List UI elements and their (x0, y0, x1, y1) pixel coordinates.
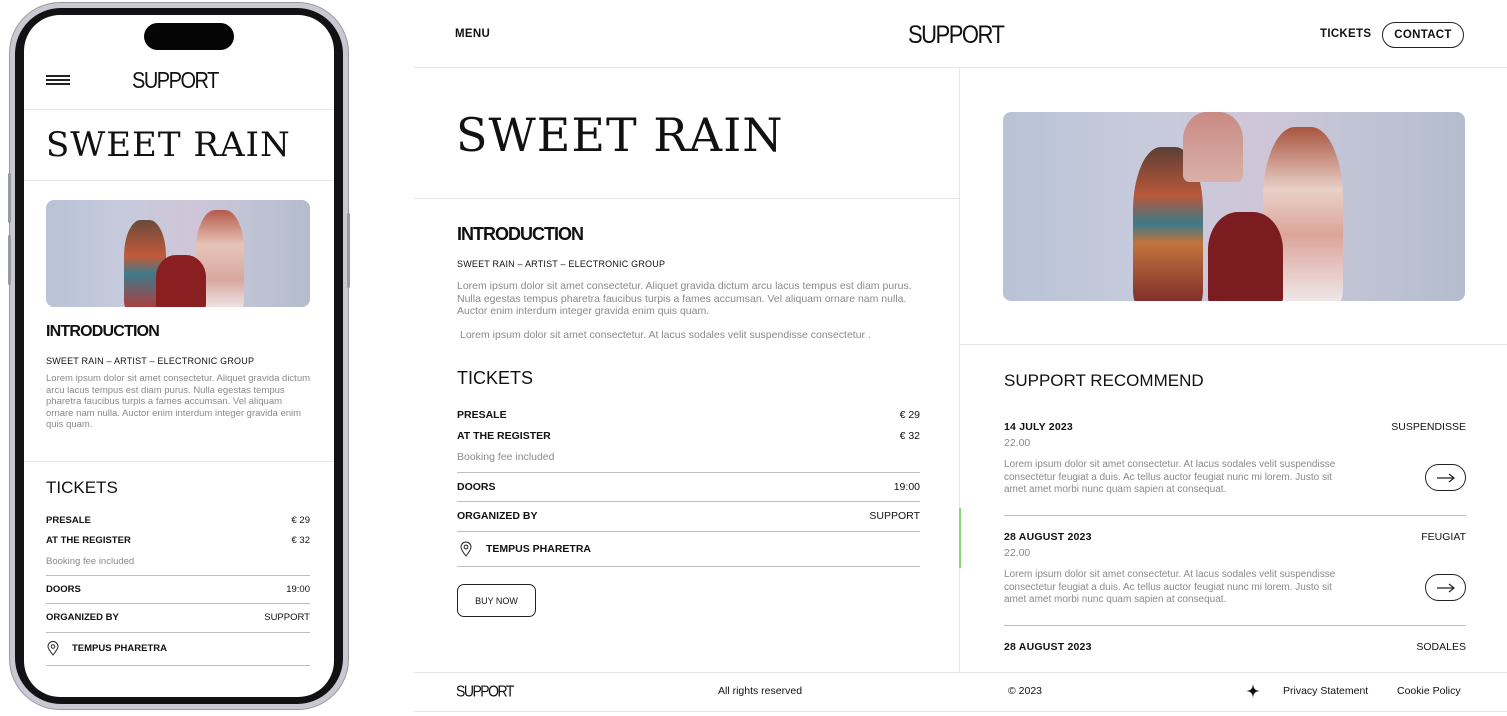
organized-value: SUPPORT (869, 510, 920, 522)
phone-page-title: SWEET RAIN (46, 125, 291, 165)
phone-presale-price: € 29 (291, 515, 311, 526)
recommend-item[interactable]: 14 JULY 2023 SUSPENDISSE 22.00 Lorem ips… (1004, 421, 1466, 516)
phone-logo[interactable]: SUPPORT (132, 68, 219, 93)
arrow-right-icon (1436, 473, 1455, 482)
nav-menu[interactable]: MENU (455, 28, 490, 40)
event-arrow-button[interactable] (1425, 464, 1466, 491)
phone-organized-value: SUPPORT (264, 612, 310, 623)
desktop-page: MENU SUPPORT TICKETS CONTACT SWEET RAIN … (414, 0, 1507, 716)
location-pin-icon (459, 541, 473, 557)
phone-intro-text: Lorem ipsum dolor sit amet consectetur. … (46, 373, 311, 430)
page-title: SWEET RAIN (456, 108, 784, 162)
intro-text-2: Lorem ipsum dolor sit amet consectetur. … (460, 329, 871, 341)
phone-fee-note: Booking fee included (46, 556, 135, 567)
presale-price: € 29 (899, 409, 920, 421)
phone-doors-label: DOORS (46, 584, 81, 595)
phone-tickets-heading: TICKETS (46, 478, 118, 497)
phone-location[interactable]: TEMPUS PHARETRA (46, 641, 167, 656)
accent-indicator (959, 508, 961, 568)
doors-label: DOORS (457, 481, 496, 493)
event-text: Lorem ipsum dolor sit amet consectetur. … (1004, 459, 1336, 495)
phone-intro-sub: SWEET RAIN – ARTIST – ELECTRONIC GROUP (46, 356, 255, 366)
recommend-item[interactable]: 28 AUGUST 2023 SODALES (1004, 641, 1466, 661)
contact-button[interactable]: CONTACT (1382, 22, 1464, 48)
event-tag: SODALES (1416, 641, 1466, 653)
presale-label: PRESALE (457, 409, 507, 421)
event-date: 14 JULY 2023 (1004, 421, 1073, 433)
phone-register-label: AT THE REGISTER (46, 535, 131, 546)
doors-value: 19:00 (893, 481, 920, 493)
phone-organized-label: ORGANIZED BY (46, 612, 119, 623)
recommend-item[interactable]: 28 AUGUST 2023 FEUGIAT 22.00 Lorem ipsum… (1004, 531, 1466, 626)
phone-screen: SUPPORT SWEET RAIN INTRODUCTION SWEET RA… (24, 15, 334, 697)
privacy-link[interactable]: Privacy Statement (1283, 685, 1368, 697)
cookie-link[interactable]: Cookie Policy (1397, 685, 1461, 697)
event-date: 28 AUGUST 2023 (1004, 641, 1092, 653)
tickets-heading: TICKETS (457, 368, 534, 388)
nav-tickets[interactable]: TICKETS (1320, 28, 1371, 40)
event-text: Lorem ipsum dolor sit amet consectetur. … (1004, 569, 1336, 605)
fee-note: Booking fee included (457, 451, 555, 463)
artist-photo (1003, 112, 1465, 301)
footer-logo[interactable]: SUPPORT (456, 682, 514, 700)
phone-intro-heading: INTRODUCTION (46, 323, 160, 340)
event-tag: SUSPENDISSE (1391, 421, 1466, 433)
dynamic-island (144, 23, 234, 50)
organized-label: ORGANIZED BY (457, 510, 538, 522)
sparkle-icon (1246, 684, 1260, 703)
event-date: 28 AUGUST 2023 (1004, 531, 1092, 543)
hamburger-icon[interactable] (46, 75, 70, 87)
event-time: 22.00 (1004, 547, 1031, 559)
event-tag: FEUGIAT (1421, 531, 1466, 543)
phone-artist-photo (46, 200, 310, 307)
event-arrow-button[interactable] (1425, 574, 1466, 601)
footer-rights: All rights reserved (718, 685, 803, 697)
phone-mockup: SUPPORT SWEET RAIN INTRODUCTION SWEET RA… (8, 3, 350, 709)
arrow-right-icon (1436, 583, 1455, 592)
phone-doors-value: 19:00 (286, 584, 310, 595)
intro-sub: SWEET RAIN – ARTIST – ELECTRONIC GROUP (457, 259, 666, 269)
header-logo[interactable]: SUPPORT (908, 20, 1005, 49)
intro-text-1: Lorem ipsum dolor sit amet consectetur. … (457, 280, 912, 317)
phone-register-price: € 32 (291, 535, 311, 546)
register-label: AT THE REGISTER (457, 430, 551, 442)
location[interactable]: TEMPUS PHARETRA (459, 541, 591, 557)
register-price: € 32 (899, 430, 920, 442)
event-time: 22.00 (1004, 437, 1031, 449)
phone-presale-label: PRESALE (46, 515, 91, 526)
footer-copyright: © 2023 (1008, 685, 1043, 697)
buy-now-button[interactable]: BUY NOW (457, 584, 536, 617)
recommend-heading: SUPPORT RECOMMEND (1004, 371, 1204, 390)
intro-heading: INTRODUCTION (457, 224, 584, 244)
location-pin-icon (46, 641, 60, 656)
